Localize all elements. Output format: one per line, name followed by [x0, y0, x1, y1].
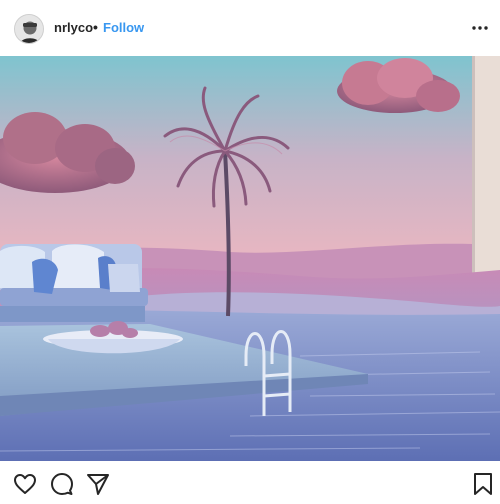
avatar[interactable] [14, 14, 44, 44]
bookmark-icon[interactable] [470, 471, 496, 497]
wall [472, 56, 500, 296]
sofa [0, 244, 148, 322]
follow-button[interactable]: Follow [103, 20, 144, 35]
share-icon[interactable] [85, 471, 111, 497]
more-options-icon[interactable] [470, 18, 490, 38]
separator-dot: • [93, 19, 98, 35]
comment-icon[interactable] [49, 471, 75, 497]
username-link[interactable]: nrlyco [54, 20, 93, 35]
post-image[interactable] [0, 56, 500, 461]
post-header: nrlyco • Follow [0, 0, 500, 56]
instagram-post: nrlyco • Follow [0, 0, 500, 504]
post-actions [0, 461, 500, 504]
avatar-image [15, 15, 43, 43]
heart-icon[interactable] [12, 471, 38, 497]
